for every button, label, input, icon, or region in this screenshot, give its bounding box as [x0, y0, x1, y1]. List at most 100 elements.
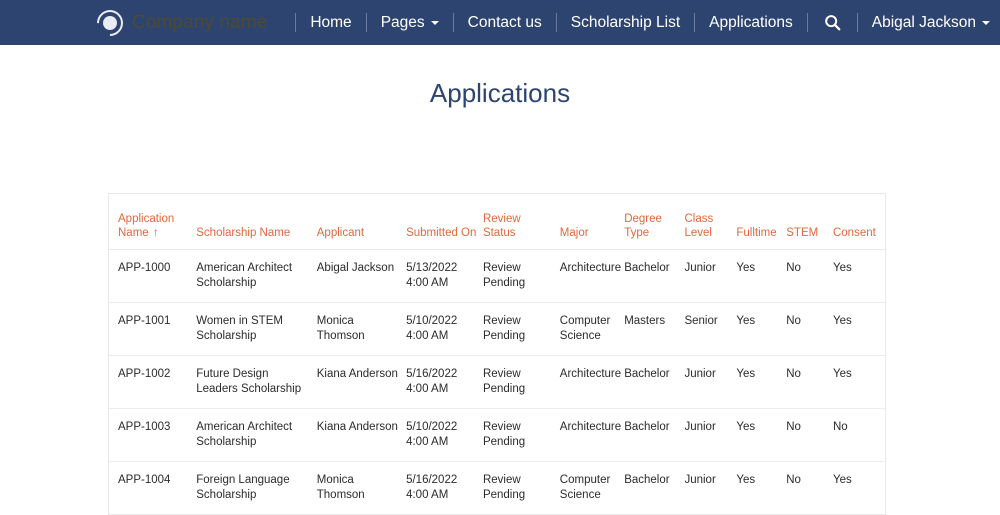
cell-application-name: APP-1004	[109, 462, 196, 515]
cell-degree-type: Bachelor	[624, 409, 684, 462]
cell-consent: No	[833, 409, 885, 462]
cell-class-level: Junior	[684, 462, 736, 515]
cell-consent: Yes	[833, 303, 885, 356]
nav-item-pages[interactable]: Pages	[367, 15, 453, 31]
cell-applicant: Abigal Jackson	[317, 250, 406, 303]
cell-fulltime: Yes	[736, 462, 786, 515]
cell-class-level: Senior	[684, 303, 736, 356]
column-header-application-name-line1: Application	[118, 213, 174, 225]
cell-application-name: APP-1000	[109, 250, 196, 303]
cell-consent: Yes	[833, 250, 885, 303]
nav-item-scholarship-list-label: Scholarship List	[571, 15, 680, 31]
nav-item-applications[interactable]: Applications	[695, 15, 807, 31]
cell-scholarship-name: Foreign Language Scholarship	[196, 462, 317, 515]
nav-item-home[interactable]: Home	[296, 15, 365, 31]
cell-scholarship-name: Women in STEM Scholarship	[196, 303, 317, 356]
brand-name-label: Company name	[132, 12, 267, 34]
cell-stem: No	[786, 250, 833, 303]
applications-table-container: Application Name ↑ Scholarship Name Appli…	[108, 193, 886, 515]
nav-item-home-label: Home	[310, 15, 351, 31]
cell-major: Architecture	[560, 409, 624, 462]
search-icon	[824, 14, 841, 31]
column-header-consent-label: Consent	[833, 227, 876, 239]
column-header-submitted-on[interactable]: Submitted On	[406, 194, 483, 250]
column-header-review-status[interactable]: Review Status	[483, 194, 560, 250]
cell-major: Architecture	[560, 250, 624, 303]
cell-major: Computer Science	[560, 303, 624, 356]
cell-degree-type: Bachelor	[624, 250, 684, 303]
column-header-degree-type-line2: Type	[624, 227, 649, 239]
table-row[interactable]: APP-1003 American Architect Scholarship …	[109, 409, 885, 462]
brand-logo-link[interactable]: Company name	[97, 10, 267, 36]
cell-review-status: Review Pending	[483, 356, 560, 409]
chevron-down-icon	[431, 21, 439, 25]
cell-fulltime: Yes	[736, 356, 786, 409]
column-header-stem-label: STEM	[786, 227, 818, 239]
column-header-degree-type[interactable]: Degree Type	[624, 194, 684, 250]
circle-logo-icon	[97, 10, 123, 36]
cell-consent: Yes	[833, 462, 885, 515]
cell-class-level: Junior	[684, 250, 736, 303]
column-header-applicant[interactable]: Applicant	[317, 194, 406, 250]
column-header-class-level-line1: Class	[684, 213, 713, 225]
table-row[interactable]: APP-1000 American Architect Scholarship …	[109, 250, 885, 303]
cell-class-level: Junior	[684, 409, 736, 462]
cell-degree-type: Bachelor	[624, 356, 684, 409]
cell-scholarship-name: Future Design Leaders Scholarship	[196, 356, 317, 409]
column-header-fulltime-label: Fulltime	[736, 227, 776, 239]
cell-class-level: Junior	[684, 356, 736, 409]
cell-fulltime: Yes	[736, 303, 786, 356]
column-header-class-level[interactable]: Class Level	[684, 194, 736, 250]
cell-major: Architecture	[560, 356, 624, 409]
cell-degree-type: Bachelor	[624, 462, 684, 515]
cell-applicant: Monica Thomson	[317, 462, 406, 515]
cell-review-status: Review Pending	[483, 303, 560, 356]
column-header-application-name[interactable]: Application Name ↑	[109, 194, 196, 250]
nav-item-pages-label: Pages	[381, 15, 425, 31]
user-menu[interactable]: Abigal Jackson	[858, 15, 1000, 31]
cell-submitted-on: 5/10/2022 4:00 AM	[406, 303, 483, 356]
nav-item-applications-label: Applications	[709, 15, 793, 31]
column-header-scholarship-name[interactable]: Scholarship Name	[196, 194, 317, 250]
cell-scholarship-name: American Architect Scholarship	[196, 250, 317, 303]
cell-stem: No	[786, 303, 833, 356]
column-header-fulltime[interactable]: Fulltime	[736, 194, 786, 250]
column-header-major-label: Major	[560, 227, 589, 239]
applications-table: Application Name ↑ Scholarship Name Appli…	[109, 194, 885, 514]
cell-degree-type: Masters	[624, 303, 684, 356]
page-title: Applications	[0, 76, 1000, 110]
column-header-review-status-label: Review Status	[483, 213, 521, 239]
column-header-submitted-on-label: Submitted On	[406, 227, 476, 239]
cell-submitted-on: 5/10/2022 4:00 AM	[406, 409, 483, 462]
table-row[interactable]: APP-1002 Future Design Leaders Scholarsh…	[109, 356, 885, 409]
column-header-class-level-line2: Level	[684, 227, 712, 239]
cell-fulltime: Yes	[736, 250, 786, 303]
cell-applicant: Kiana Anderson	[317, 356, 406, 409]
cell-review-status: Review Pending	[483, 462, 560, 515]
table-row[interactable]: APP-1001 Women in STEM Scholarship Monic…	[109, 303, 885, 356]
nav-item-scholarship-list[interactable]: Scholarship List	[557, 15, 694, 31]
sort-ascending-icon[interactable]: ↑	[153, 226, 159, 238]
primary-nav: Home Pages Contact us Scholarship List A…	[295, 13, 1000, 32]
column-header-major[interactable]: Major	[560, 194, 624, 250]
column-header-degree-type-line1: Degree	[624, 213, 662, 225]
column-header-application-name-line2: Name	[118, 227, 149, 239]
top-navigation-bar: Company name Home Pages Contact us Schol…	[0, 0, 1000, 45]
cell-submitted-on: 5/16/2022 4:00 AM	[406, 356, 483, 409]
nav-item-contact-us-label: Contact us	[468, 15, 542, 31]
table-header-row: Application Name ↑ Scholarship Name Appli…	[109, 194, 885, 250]
cell-application-name: APP-1001	[109, 303, 196, 356]
cell-submitted-on: 5/16/2022 4:00 AM	[406, 462, 483, 515]
cell-review-status: Review Pending	[483, 250, 560, 303]
table-row[interactable]: APP-1004 Foreign Language Scholarship Mo…	[109, 462, 885, 515]
cell-scholarship-name: American Architect Scholarship	[196, 409, 317, 462]
column-header-stem[interactable]: STEM	[786, 194, 833, 250]
chevron-down-icon	[982, 21, 990, 25]
search-button[interactable]	[808, 14, 857, 31]
nav-item-contact-us[interactable]: Contact us	[454, 15, 556, 31]
cell-major: Computer Science	[560, 462, 624, 515]
cell-review-status: Review Pending	[483, 409, 560, 462]
column-header-consent[interactable]: Consent	[833, 194, 885, 250]
column-header-applicant-label: Applicant	[317, 227, 364, 239]
cell-stem: No	[786, 462, 833, 515]
